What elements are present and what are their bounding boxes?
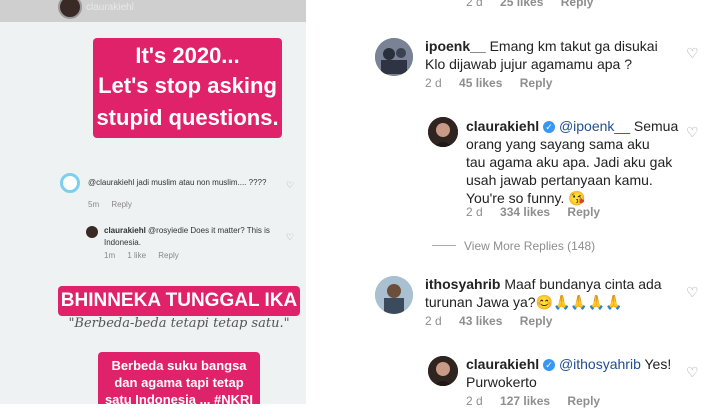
story-banner: BHINNEKA TUNGGAL IKA	[58, 286, 300, 316]
verified-badge-icon: ✓	[543, 121, 556, 133]
heart-outline-icon: ♡	[286, 232, 295, 242]
comment-username[interactable]: ipoenk__	[425, 38, 486, 54]
story-question-line: Let's stop asking	[98, 73, 277, 98]
heart-outline-icon: ♡	[286, 180, 295, 190]
heart-outline-icon[interactable]: ♡	[686, 284, 699, 301]
story-bottom-box: Berbeda suku bangsa dan agama tapi tetap…	[98, 352, 260, 404]
comment-reply-button[interactable]: Reply	[567, 205, 600, 219]
avatar[interactable]	[428, 117, 458, 147]
story-question-line: It's 2020...	[135, 43, 240, 68]
story-comment-reply: Reply	[111, 200, 132, 209]
comment-body: Emang km takut ga disukai	[489, 38, 658, 54]
comment-body: Maaf bundanya cinta ada	[504, 276, 662, 292]
comment-meta: 2 d 43 likes Reply	[425, 314, 552, 328]
story-avatar	[58, 0, 82, 19]
avatar-photo-icon	[375, 276, 413, 314]
comment-likes[interactable]: 127 likes	[500, 394, 550, 408]
story-bottom-line: dan agama tapi tetap	[114, 375, 244, 390]
comment-body: Semua	[633, 118, 679, 134]
comment-mention[interactable]: @ithosyahrib	[559, 356, 641, 372]
comment-time: 2 d	[466, 394, 483, 408]
story-comment-time: 1m	[104, 251, 116, 260]
comment-time: 2 d	[466, 205, 483, 219]
story-question-line: stupid questions.	[96, 105, 279, 130]
comment-reply-button[interactable]: Reply	[567, 394, 600, 408]
comment-username[interactable]: claurakiehl	[466, 356, 539, 372]
story-comment-reply: Reply	[158, 251, 179, 260]
comment-body: turunan Jawa ya?😊🙏🙏🙏🙏	[425, 294, 623, 310]
comment-body: You're so funny. 😘	[466, 190, 586, 206]
comment-body: Purwokerto	[466, 374, 537, 390]
comment-body: Klo dijawab jujur agamamu apa ?	[425, 56, 633, 72]
story-comment-meta: 1m 1 like Reply	[104, 251, 179, 260]
comment-body: usah jawab pertanyaan kamu.	[466, 172, 653, 188]
avatar[interactable]	[428, 356, 458, 386]
comment-body: Yes!	[644, 356, 672, 372]
heart-outline-icon[interactable]: ♡	[686, 364, 699, 381]
avatar[interactable]	[375, 276, 413, 314]
story-top-bar: claurakiehl	[0, 0, 306, 22]
heart-outline-icon[interactable]: ♡	[686, 124, 699, 141]
story-comment-text: @claurakiehl jadi muslim atau non muslim…	[88, 178, 288, 187]
divider	[432, 245, 456, 246]
comment-reply-button[interactable]: Reply	[520, 76, 553, 90]
comment-likes[interactable]: 334 likes	[500, 205, 550, 219]
story-comment-likes: 1 like	[127, 251, 147, 260]
view-more-label: View More Replies (148)	[464, 239, 596, 253]
comment-text: ithosyahrib Maaf bundanya cinta ada turu…	[425, 275, 685, 311]
comment-body: orang yang sayang sama aku	[466, 136, 650, 152]
story-comment-avatar	[60, 173, 80, 193]
story-comment-time: 5m	[88, 200, 100, 209]
story-comment-text: claurakiehl @rosyiedie Does it matter? T…	[104, 225, 284, 249]
comment-text: claurakiehl ✓ @ithosyahrib Yes! Purwoker…	[466, 355, 686, 391]
avatar-photo-icon	[375, 38, 413, 76]
comment-mention[interactable]: @ipoenk__	[559, 118, 630, 134]
comment-text: claurakiehl ✓ @ipoenk__ Semua orang yang…	[466, 117, 686, 207]
story-comment-avatar	[86, 226, 98, 238]
comment-username[interactable]: ithosyahrib	[425, 276, 500, 292]
avatar[interactable]	[375, 38, 413, 76]
comment-time: 2 d	[425, 76, 442, 90]
story-comment-meta: 5m Reply	[88, 200, 132, 209]
comment-meta: 2 d 45 likes Reply	[425, 76, 552, 90]
view-more-replies-button[interactable]: View More Replies (148)	[432, 239, 595, 253]
avatar-photo-icon	[428, 356, 458, 386]
comment-meta: 2 d 25 likes Reply	[466, 0, 593, 9]
comment-body: tau agama aku apa. Jadi aku gak	[466, 154, 673, 170]
comment-reply-button[interactable]: Reply	[561, 0, 594, 9]
heart-outline-icon[interactable]: ♡	[686, 45, 699, 62]
comment-likes[interactable]: 43 likes	[459, 314, 502, 328]
avatar-photo-icon	[428, 117, 458, 147]
story-bottom-line: satu Indonesia ... #NKRI	[104, 392, 254, 404]
story-comment-body: @claurakiehl jadi muslim atau non muslim…	[88, 178, 267, 187]
story-question-box: It's 2020... Let's stop asking stupid qu…	[93, 38, 282, 138]
verified-badge-icon: ✓	[543, 359, 556, 371]
story-bottom-line: Berbeda suku bangsa	[111, 358, 247, 373]
story-comment-user: claurakiehl	[104, 226, 146, 235]
story-username: claurakiehl	[86, 2, 134, 13]
comment-reply-button[interactable]: Reply	[520, 314, 553, 328]
comment-meta: 2 d 334 likes Reply	[466, 205, 600, 219]
comment-likes[interactable]: 25 likes	[500, 0, 543, 9]
comment-likes[interactable]: 45 likes	[459, 76, 502, 90]
comment-username[interactable]: claurakiehl	[466, 118, 539, 134]
story-panel: claurakiehl It's 2020... Let's stop aski…	[0, 0, 306, 404]
story-motto: "Berbeda-beda tetapi tetap satu."	[68, 316, 290, 331]
comment-time: 2 d	[425, 314, 442, 328]
comment-text: ipoenk__ Emang km takut ga disukai Klo d…	[425, 37, 685, 73]
comment-time: 2 d	[466, 0, 483, 9]
comment-meta: 2 d 127 likes Reply	[466, 394, 600, 408]
